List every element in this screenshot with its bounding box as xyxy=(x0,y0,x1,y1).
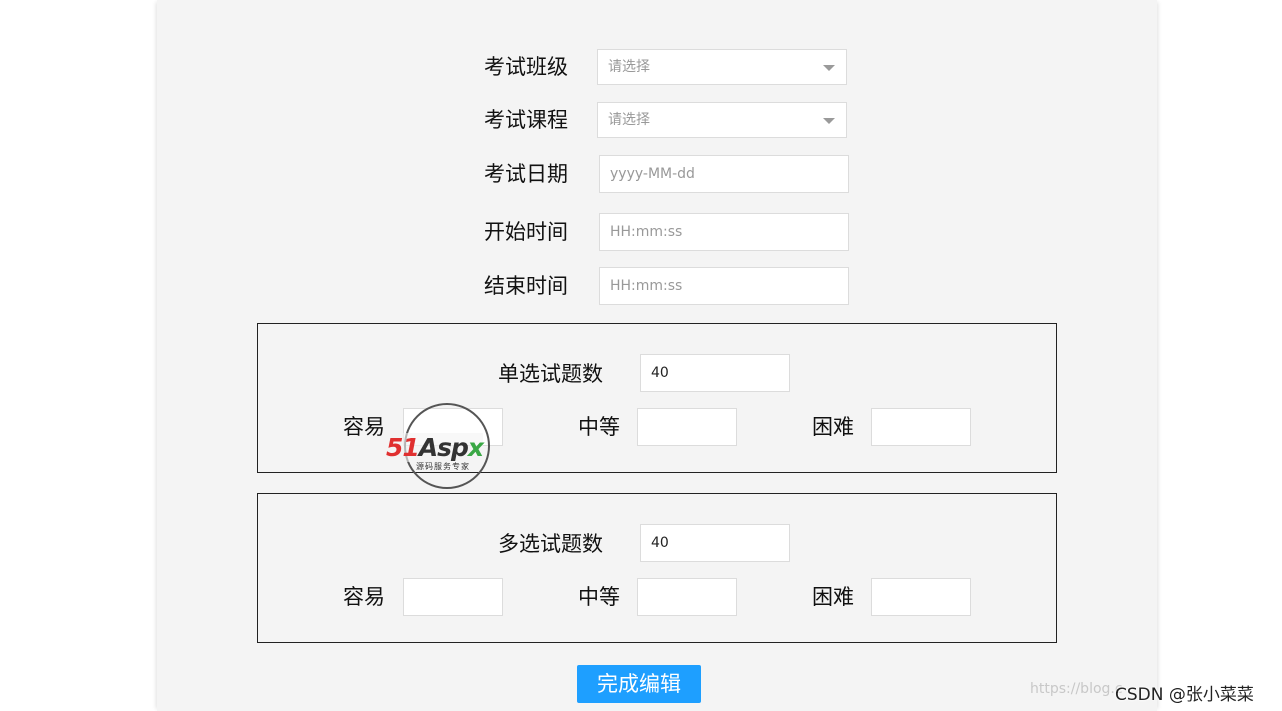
single-count-label: 单选试题数 xyxy=(498,362,603,386)
exam-course-placeholder: 请选择 xyxy=(608,112,650,128)
multi-easy-input[interactable] xyxy=(403,578,503,616)
credit-url: https://blog.c xyxy=(1030,681,1123,697)
single-medium-label: 中等 xyxy=(578,415,620,439)
watermark-brand-x: x xyxy=(467,433,484,462)
single-hard-label: 困难 xyxy=(812,415,854,439)
finish-edit-button[interactable]: 完成编辑 xyxy=(577,665,701,703)
credit-author: CSDN @张小菜菜 xyxy=(1115,685,1254,705)
exam-class-label: 考试班级 xyxy=(484,55,568,79)
exam-course-select[interactable]: 请选择 xyxy=(597,102,847,138)
exam-class-placeholder: 请选择 xyxy=(608,59,650,75)
watermark-brand-51: 51 xyxy=(386,433,420,462)
single-medium-input[interactable] xyxy=(637,408,737,446)
end-time-label: 结束时间 xyxy=(484,274,568,298)
multi-count-label: 多选试题数 xyxy=(498,532,603,556)
end-time-placeholder: HH:mm:ss xyxy=(610,278,683,294)
watermark-logo: 51Aspx 源码服务专家 xyxy=(386,403,512,493)
exam-class-select[interactable]: 请选择 xyxy=(597,49,847,85)
watermark-subtitle: 源码服务专家 xyxy=(416,462,470,471)
multi-medium-label: 中等 xyxy=(578,585,620,609)
start-time-placeholder: HH:mm:ss xyxy=(610,224,683,240)
multi-count-input[interactable]: 40 xyxy=(640,524,790,562)
watermark-brand: 51Aspx xyxy=(386,433,484,462)
multi-hard-label: 困难 xyxy=(812,585,854,609)
exam-date-label: 考试日期 xyxy=(484,162,568,186)
exam-date-placeholder: yyyy-MM-dd xyxy=(610,166,695,182)
multi-count-value: 40 xyxy=(651,535,669,551)
single-count-input[interactable]: 40 xyxy=(640,354,790,392)
start-time-label: 开始时间 xyxy=(484,220,568,244)
single-choice-section xyxy=(257,323,1057,473)
end-time-input[interactable]: HH:mm:ss xyxy=(599,267,849,305)
single-easy-label: 容易 xyxy=(343,415,385,439)
exam-date-input[interactable]: yyyy-MM-dd xyxy=(599,155,849,193)
single-hard-input[interactable] xyxy=(871,408,971,446)
multi-easy-label: 容易 xyxy=(343,585,385,609)
single-count-value: 40 xyxy=(651,365,669,381)
chevron-down-icon xyxy=(823,65,835,71)
multi-medium-input[interactable] xyxy=(637,578,737,616)
start-time-input[interactable]: HH:mm:ss xyxy=(599,213,849,251)
multi-choice-section xyxy=(257,493,1057,643)
multi-hard-input[interactable] xyxy=(871,578,971,616)
chevron-down-icon xyxy=(823,118,835,124)
watermark-brand-asp: Asp xyxy=(418,433,469,462)
exam-course-label: 考试课程 xyxy=(484,108,568,132)
